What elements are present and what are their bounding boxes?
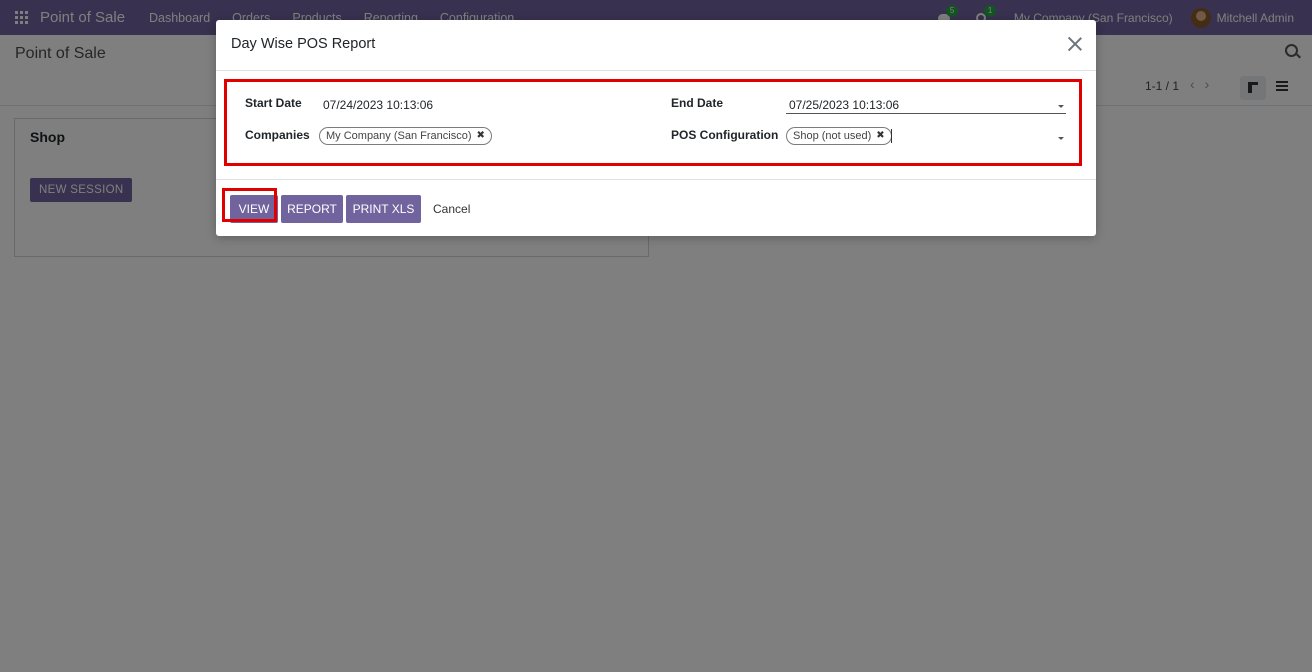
dialog-header: Day Wise POS Report bbox=[216, 20, 1096, 71]
day-wise-report-dialog: Day Wise POS Report Start Date 07/24/202… bbox=[216, 20, 1096, 236]
print-xls-button[interactable]: PRINT XLS bbox=[346, 195, 421, 223]
end-date-label: End Date bbox=[671, 96, 724, 110]
start-date-label: Start Date bbox=[245, 96, 302, 110]
report-form: Start Date 07/24/2023 10:13:06 End Date … bbox=[224, 79, 1082, 166]
pos-config-input[interactable] bbox=[891, 129, 892, 143]
pos-config-tag: Shop (not used) ✖ bbox=[786, 127, 892, 145]
dialog-footer: VIEW REPORT PRINT XLS Cancel bbox=[216, 179, 1096, 237]
start-date-field[interactable]: 07/24/2023 10:13:06 bbox=[323, 98, 433, 112]
report-button[interactable]: REPORT bbox=[281, 195, 343, 223]
companies-tag-text: My Company (San Francisco) bbox=[326, 130, 472, 142]
companies-label: Companies bbox=[245, 128, 310, 142]
remove-company-tag-icon[interactable]: ✖ bbox=[477, 129, 485, 143]
end-date-underline bbox=[786, 113, 1066, 114]
pos-config-label: POS Configuration bbox=[671, 128, 779, 142]
end-date-field[interactable]: 07/25/2023 10:13:06 bbox=[789, 98, 899, 112]
pos-config-tag-text: Shop (not used) bbox=[793, 130, 872, 142]
cancel-button[interactable]: Cancel bbox=[433, 202, 470, 216]
remove-pos-config-tag-icon[interactable]: ✖ bbox=[876, 129, 884, 143]
view-button-highlight bbox=[222, 188, 277, 222]
close-icon[interactable] bbox=[1067, 36, 1083, 52]
pos-config-dropdown-icon[interactable] bbox=[1058, 137, 1064, 140]
companies-tag: My Company (San Francisco) ✖ bbox=[319, 127, 492, 145]
dialog-title: Day Wise POS Report bbox=[231, 36, 376, 52]
end-date-dropdown-icon[interactable] bbox=[1058, 105, 1064, 108]
